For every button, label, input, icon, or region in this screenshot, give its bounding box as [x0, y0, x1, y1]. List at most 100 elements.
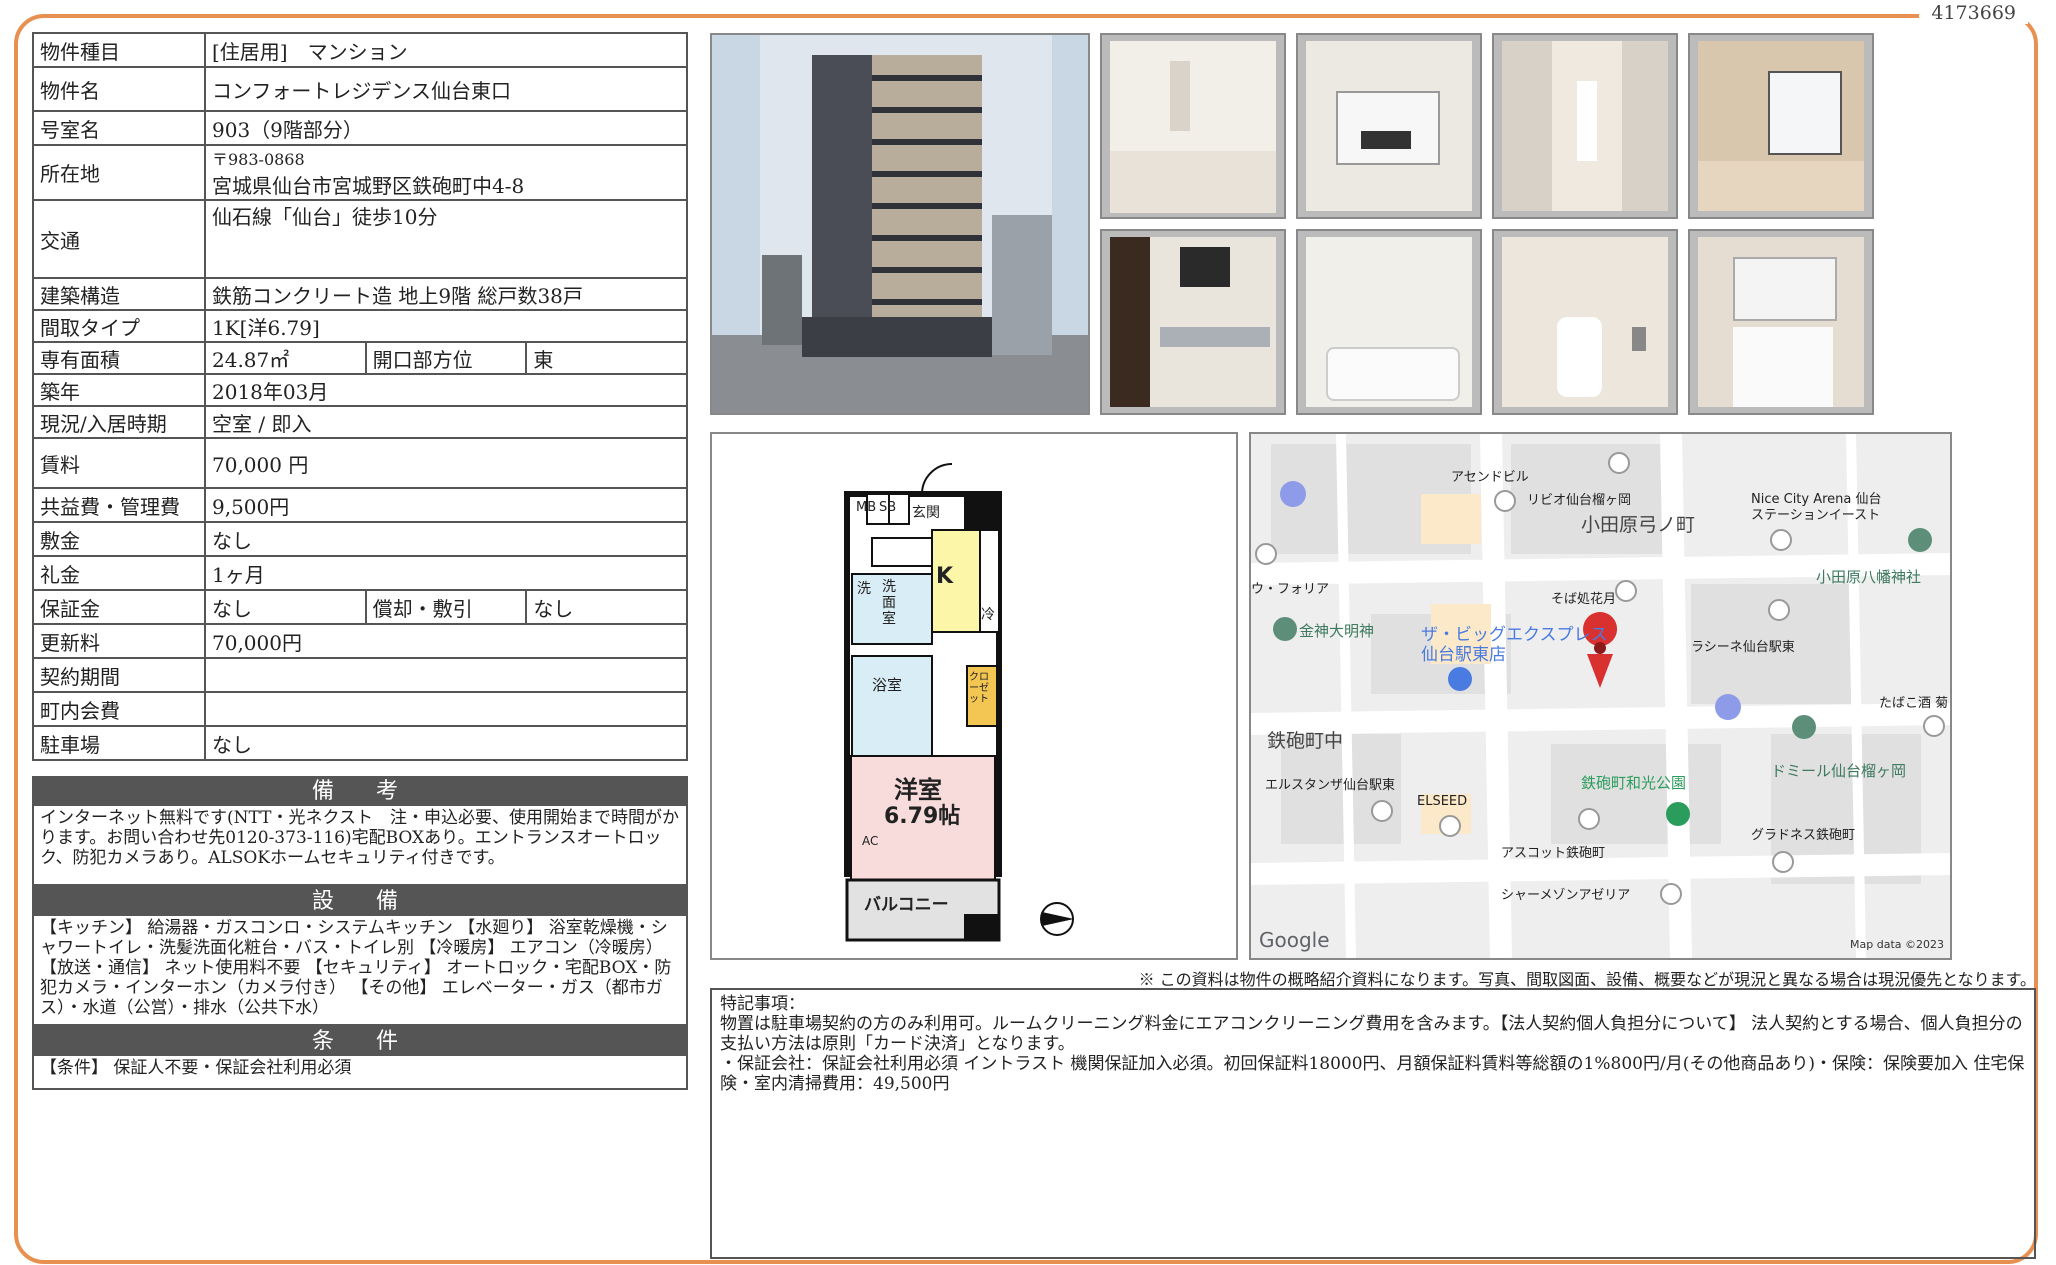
guarantee-label: 保証金	[32, 589, 206, 625]
address-value: 宮城県仙台市宮城野区鉄砲町中4-8	[212, 174, 525, 198]
map-label-8: 金神大明神	[1299, 622, 1375, 640]
facilities-heading: 設 備	[34, 888, 686, 916]
type-label: 物件種目	[32, 32, 206, 68]
key-money-label: 礼金	[32, 555, 206, 591]
address-cell: 〒983-0868 宮城県仙台市宮城野区鉄砲町中4-8	[204, 144, 688, 201]
vanity-photo	[1688, 229, 1874, 415]
conditions-heading: 条 件	[34, 1028, 686, 1056]
plan-label-kitchen: K	[936, 564, 954, 589]
parking-label: 駐車場	[32, 725, 206, 761]
floor-plan: MB SB 玄関 K 洗 洗面室 冷 クローゼット 浴室 洋室 6.79帖 AC…	[710, 432, 1238, 960]
bathroom-photo	[1296, 229, 1482, 415]
built-label: 築年	[32, 373, 206, 407]
building-illustration	[712, 35, 1088, 413]
plan-label-wash: 洗	[857, 581, 871, 597]
map-label-7: そば処花月	[1551, 592, 1617, 607]
building-exterior-photo	[710, 33, 1090, 415]
map-label-17: 鉄砲町和光公園	[1581, 774, 1687, 792]
special-notes-line-2: ・保証会社：保証会社利用必須 イントラスト 機関保証加入必須。初回保証料1800…	[720, 1054, 2025, 1094]
fee-label: 共益費・管理費	[32, 487, 206, 523]
location-map[interactable]: アセンドビル リビオ仙台榴ヶ岡 Nice City Arena 仙台 ステーショ…	[1249, 432, 1952, 960]
community-fee-label: 町内会費	[32, 691, 206, 727]
disclaimer-note: ※ この資料は物件の概略紹介資料になります。写真、間取図面、設備、概要などが現況…	[1138, 970, 2036, 989]
map-label-11: ラシーネ仙台駅東	[1691, 640, 1795, 655]
room-photo-3	[1492, 33, 1678, 219]
google-logo: Google	[1259, 928, 1330, 952]
room-value: 903（9階部分）	[204, 110, 688, 146]
facilities-section: 設 備 【キッチン】 給湯器・ガスコンロ・システムキッチン 【水廻り】 浴室乾燥…	[32, 886, 688, 1026]
map-label-0: アセンドビル	[1451, 470, 1529, 485]
toilet-photo	[1492, 229, 1678, 415]
plan-label-fridge: 冷	[981, 607, 995, 623]
room-photo-1	[1100, 33, 1286, 219]
deposit-label: 敷金	[32, 521, 206, 557]
address-label: 所在地	[32, 144, 206, 201]
amortization-value: なし	[525, 589, 688, 625]
status-label: 現況/入居時期	[32, 405, 206, 439]
plan-label-bath: 浴室	[872, 676, 903, 694]
map-label-5: 小田原八幡神社	[1816, 568, 1922, 586]
special-notes-title: 特記事項：	[720, 994, 805, 1014]
facilities-text: 【キッチン】 給湯器・ガスコンロ・システムキッチン 【水廻り】 浴室乾燥機・シャ…	[40, 918, 672, 1018]
area-label: 専有面積	[32, 341, 206, 375]
property-spec-table: 物件種目 [住居用] マンション 物件名 コンフォートレジデンス仙台東口 号室名 90…	[32, 32, 688, 761]
map-label-14: ドミール仙台榴ヶ岡	[1771, 762, 1907, 780]
key-money-value: 1ヶ月	[204, 555, 688, 591]
structure-label: 建築構造	[32, 277, 206, 311]
room-photo-2	[1296, 33, 1482, 219]
plan-label-mb: MB	[856, 500, 877, 515]
deposit-value: なし	[204, 521, 688, 557]
plan-label-entrance: 玄関	[912, 505, 940, 521]
community-fee-value	[204, 691, 688, 727]
layout-value: 1K[洋6.79]	[204, 309, 688, 343]
status-value: 空室 / 即入	[204, 405, 688, 439]
area-value: 24.87㎡	[204, 341, 367, 375]
plan-label-ac: AC	[862, 834, 879, 848]
fee-value: 9,500円	[204, 487, 688, 523]
map-label-10: 仙台駅東店	[1421, 645, 1506, 665]
map-label-4: 小田原弓ノ町	[1581, 514, 1696, 536]
map-label-20: シャーメゾンアゼリア	[1501, 888, 1631, 903]
rent-value: 70,000 円	[204, 437, 688, 489]
conditions-text: 【条件】 保証人不要・保証会社利用必須	[40, 1058, 352, 1078]
guarantee-value: なし	[204, 589, 367, 625]
contract-label: 契約期間	[32, 657, 206, 693]
room-photo-4	[1688, 33, 1874, 219]
parking-value: なし	[204, 725, 688, 761]
direction-label: 開口部方位	[364, 341, 528, 375]
remarks-heading: 備 考	[34, 778, 686, 806]
contract-value	[204, 657, 688, 693]
map-label-12: たばこ酒 菊	[1879, 696, 1949, 711]
direction-value: 東	[525, 341, 688, 375]
plan-label-closet: クローゼット	[969, 672, 989, 705]
map-label-15: エルスタンザ仙台駅東	[1265, 778, 1396, 793]
rent-label: 賃料	[32, 437, 206, 489]
structure-value: 鉄筋コンクリート造 地上9階 総戸数38戸	[204, 277, 688, 311]
amortization-label: 償却・敷引	[364, 589, 528, 625]
plan-label-sb: SB	[879, 500, 897, 515]
map-label-18: グラドネス鉄砲町	[1751, 828, 1856, 843]
remarks-section: 備 考 インターネット無料です(NTT・光ネクスト 注・申込必要、使用開始まで時…	[32, 776, 688, 886]
special-notes-box: 特記事項： 物置は駐車場契約の方のみ利用可。ルームクリーニング料金にエアコンクリ…	[710, 988, 2036, 1259]
map-label-6: ウ・フォリア	[1251, 582, 1330, 597]
plan-label-washroom: 洗面室	[882, 579, 896, 627]
map-label-16: ELSEED	[1417, 794, 1468, 809]
renewal-label: 更新料	[32, 623, 206, 659]
built-value: 2018年03月	[204, 373, 688, 407]
reference-number: 4173669	[1919, 2, 2028, 24]
postal-code: 〒983-0868	[212, 150, 305, 169]
map-label-13: 鉄砲町中	[1267, 730, 1344, 752]
special-notes-line-1: 物置は駐車場契約の方のみ利用可。ルームクリーニング料金にエアコンクリーニング費用…	[720, 1014, 2023, 1054]
map-copyright: Map data ©2023	[1850, 938, 1944, 951]
map-label-3: ステーションイースト	[1751, 508, 1881, 523]
name-value: コンフォートレジデンス仙台東口	[204, 66, 688, 112]
map-label-19: アスコット鉄砲町	[1501, 846, 1606, 861]
plan-label-balcony: バルコニー	[864, 895, 949, 915]
kitchen-photo	[1100, 229, 1286, 415]
type-value: [住居用] マンション	[204, 32, 688, 68]
map-label-1: リビオ仙台榴ヶ岡	[1527, 493, 1632, 508]
layout-label: 間取タイプ	[32, 309, 206, 343]
transport-label: 交通	[32, 199, 206, 279]
name-label: 物件名	[32, 66, 206, 112]
transport-value: 仙石線「仙台」徒歩10分	[204, 199, 688, 279]
